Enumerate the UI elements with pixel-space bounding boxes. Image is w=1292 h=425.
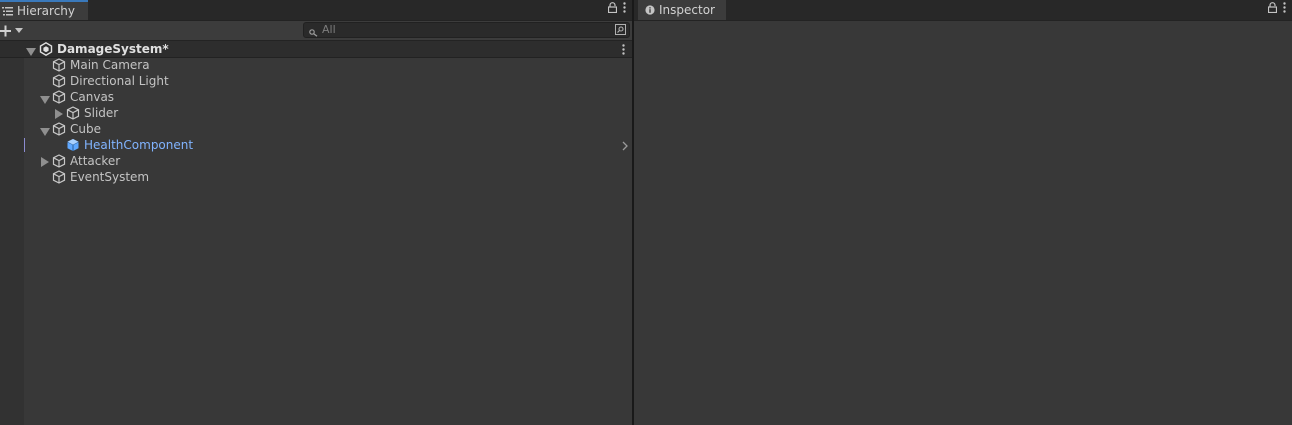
hierarchy-toolbar: All <box>0 21 632 41</box>
scene-header-row[interactable]: DamageSystem* <box>0 41 632 58</box>
scene-name: DamageSystem* <box>57 42 169 56</box>
tab-hierarchy[interactable]: Hierarchy <box>0 0 88 20</box>
search-icon <box>309 26 318 40</box>
gameobject-cube-icon <box>52 170 66 187</box>
scene-menu-icon[interactable] <box>622 44 625 58</box>
kebab-menu-icon[interactable] <box>1283 2 1286 13</box>
hierarchy-item-attacker[interactable]: Attacker <box>0 153 632 169</box>
expand-arrow-icon[interactable] <box>40 125 50 136</box>
hierarchy-item-main-camera[interactable]: Main Camera <box>0 57 632 73</box>
hierarchy-item-slider[interactable]: Slider <box>0 105 632 121</box>
hierarchy-item-label: HealthComponent <box>84 138 194 152</box>
hierarchy-item-directional-light[interactable]: Directional Light <box>0 73 632 89</box>
hierarchy-item-eventsystem[interactable]: EventSystem <box>0 169 632 185</box>
hierarchy-item-label: Slider <box>84 106 119 120</box>
search-options-icon[interactable] <box>615 24 627 39</box>
expand-arrow-icon[interactable] <box>40 93 50 104</box>
lock-icon[interactable] <box>608 2 617 13</box>
hierarchy-search-field[interactable]: All <box>303 22 630 38</box>
collapse-arrow-icon[interactable] <box>41 156 51 167</box>
lock-icon[interactable] <box>1268 2 1277 13</box>
inspector-body <box>634 21 1292 425</box>
inspector-panel: Inspector <box>634 0 1292 425</box>
info-icon <box>645 5 655 15</box>
tab-inspector[interactable]: Inspector <box>638 0 726 20</box>
tab-hierarchy-label: Hierarchy <box>17 4 76 18</box>
hierarchy-panel: Hierarchy All DamageSystem* Main Camera … <box>0 0 632 425</box>
chevron-right-icon[interactable] <box>622 140 628 154</box>
hierarchy-item-label: Canvas <box>70 90 115 104</box>
hierarchy-tree: DamageSystem* Main Camera Directional Li… <box>0 41 632 425</box>
hierarchy-item-label: EventSystem <box>70 170 150 184</box>
prefab-override-marker <box>24 138 25 152</box>
hierarchy-tab-bar: Hierarchy <box>0 0 632 21</box>
plus-icon <box>0 25 12 37</box>
search-placeholder: All <box>322 23 336 36</box>
hierarchy-item-cube[interactable]: Cube <box>0 121 632 137</box>
expand-arrow-icon[interactable] <box>26 45 36 56</box>
hierarchy-item-label: Directional Light <box>70 74 169 88</box>
dropdown-arrow-icon <box>15 28 23 33</box>
collapse-arrow-icon[interactable] <box>55 108 65 119</box>
tab-inspector-label: Inspector <box>659 3 715 17</box>
hierarchy-item-label: Main Camera <box>70 58 150 72</box>
hierarchy-item-canvas[interactable]: Canvas <box>0 89 632 105</box>
inspector-tab-bar: Inspector <box>634 0 1292 21</box>
kebab-menu-icon[interactable] <box>623 2 626 13</box>
hierarchy-item-label: Cube <box>70 122 101 136</box>
hierarchy-item-healthcomponent[interactable]: HealthComponent <box>0 137 632 153</box>
hierarchy-item-label: Attacker <box>70 154 121 168</box>
add-object-button[interactable] <box>0 22 26 39</box>
list-icon <box>2 6 13 16</box>
